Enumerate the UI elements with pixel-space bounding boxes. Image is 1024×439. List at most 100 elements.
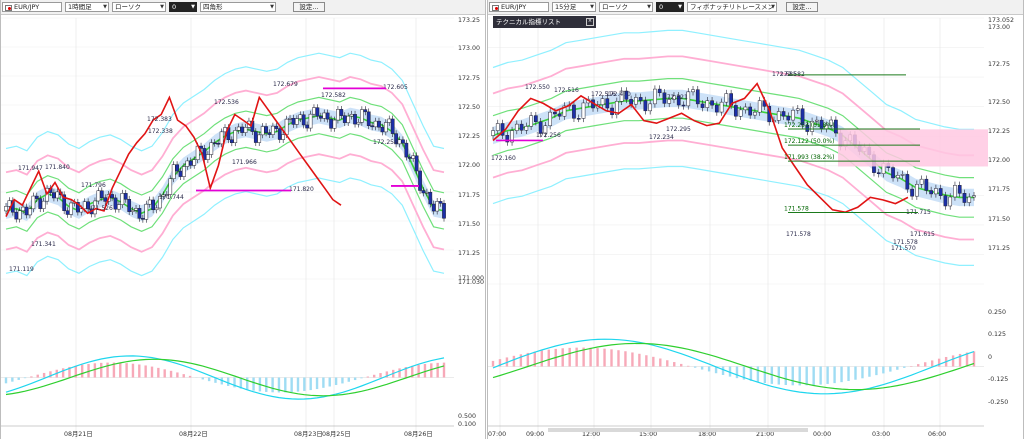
macd-histogram-bar	[826, 366, 829, 384]
candle-body	[414, 155, 419, 172]
macd-histogram-bar	[512, 355, 516, 367]
price-tick-label: 171.25	[988, 245, 1010, 252]
macd-histogram-bar	[360, 377, 363, 379]
macd-histogram-bar	[756, 366, 760, 383]
macd-histogram-bar	[519, 354, 523, 367]
macd-histogram-bar	[226, 377, 230, 386]
technical-indicator-list[interactable]: テクニカル指標リスト ×	[493, 16, 596, 28]
candle-body	[216, 143, 221, 145]
candle-body	[34, 195, 39, 199]
left-drawtool-select[interactable]: 四角形 ▼	[200, 2, 276, 12]
left-timeframe-label: 1時間足	[68, 3, 92, 11]
price-annotation: 171.570	[891, 245, 916, 252]
right-drawtool-select[interactable]: フィボナッチリトレースメント ▼	[687, 2, 777, 12]
right-chart-panel: EUR/JPY 15分足 ▼ ローソク ▼ 0 ▼ フィボナッチリトレースメント ▼ 設…	[487, 0, 1024, 439]
left-charttype-select[interactable]: ローソク ▼	[112, 2, 166, 12]
macd-histogram-bar	[309, 377, 312, 391]
macd-histogram-bar	[322, 377, 325, 388]
left-pair-select[interactable]: EUR/JPY	[2, 2, 62, 12]
left-value-label: 0	[172, 3, 177, 11]
candle-body	[28, 208, 32, 216]
macd-histogram-bar	[700, 366, 704, 370]
price-annotation: 171.526	[88, 205, 113, 212]
candle-body	[147, 199, 152, 205]
candle-body	[82, 201, 87, 210]
price-tick-label: 171.030	[458, 279, 484, 286]
candle-body	[524, 126, 529, 131]
candle-body	[915, 184, 919, 197]
macd-histogram-bar	[106, 362, 109, 378]
price-tick-label: 172.25	[458, 133, 480, 140]
candle-body	[534, 115, 538, 122]
macd-histogram-bar	[23, 377, 27, 379]
candle-body	[253, 131, 258, 143]
candle-body	[529, 115, 533, 127]
left-chart-panel: EUR/JPY 1時間足 ▼ ローソク ▼ 0 ▼ 四角形 ▼ 設定... 172.67…	[0, 0, 486, 439]
macd-histogram-bar	[341, 377, 344, 384]
candle-body	[373, 120, 378, 128]
candle-body	[281, 134, 286, 140]
left-chart-canvas[interactable]: 172.679 172.605 172.582 172.536 172.383 172.3…	[1, 14, 485, 439]
candle-body	[421, 190, 426, 194]
candle-body	[185, 160, 190, 167]
macd-histogram-bar	[100, 362, 103, 378]
right-chart-canvas[interactable]: 172.685172.582172.550172.516172.516172.4…	[488, 14, 1023, 439]
macd-histogram-bar	[201, 377, 204, 380]
macd-histogram-bar	[784, 366, 787, 386]
macd-histogram-bar	[442, 362, 446, 378]
candle-body	[401, 139, 405, 144]
price-annotation: 172.383	[147, 116, 172, 123]
price-tick-label: 172.50	[988, 99, 1010, 106]
macd-histogram-bar	[673, 362, 676, 367]
time-axis-label: 21:00	[756, 431, 774, 438]
candle-body	[553, 111, 557, 115]
macd-histogram-bar	[246, 377, 249, 390]
candle-body	[972, 195, 976, 198]
macd-histogram-bar	[882, 366, 885, 374]
right-timeframe-select[interactable]: 15分足 ▼	[552, 2, 596, 12]
candle-body	[79, 208, 84, 213]
candle-body	[900, 174, 905, 176]
left-settings-button[interactable]: 設定...	[293, 2, 325, 12]
price-tick-label: 173.00	[458, 45, 480, 52]
candle-body	[581, 102, 586, 119]
chevron-down-icon: ▼	[160, 4, 164, 10]
right-charttype-select[interactable]: ローソク ▼	[599, 2, 653, 12]
candle-body	[154, 207, 159, 211]
candle-body	[151, 199, 155, 211]
candle-body	[267, 132, 272, 135]
right-value-field[interactable]: 0 ▼	[656, 2, 684, 12]
chevron-down-icon: ▼	[590, 4, 594, 10]
candle-body	[264, 126, 268, 134]
left-timeframe-select[interactable]: 1時間足 ▼	[65, 2, 109, 12]
candle-body	[748, 106, 753, 116]
candle-body	[336, 109, 340, 121]
candle-body	[404, 142, 409, 158]
macd-histogram-bar	[176, 372, 179, 378]
right-settings-button[interactable]: 設定...	[786, 2, 818, 12]
right-pair-select[interactable]: EUR/JPY	[489, 2, 549, 12]
fibonacci-label: 172.253 (61.8%)	[784, 122, 834, 129]
macd-histogram-bar	[624, 351, 627, 367]
macd-histogram-bar	[589, 347, 592, 367]
candle-body	[229, 139, 234, 143]
candle-body	[38, 198, 43, 209]
macd-histogram-bar	[334, 377, 338, 386]
candle-body	[643, 100, 648, 112]
time-axis-label: 12:00	[582, 431, 600, 438]
right-value-label: 0	[659, 3, 664, 11]
macd-tick-label: 0.500	[458, 413, 476, 420]
candle-body	[425, 191, 429, 194]
left-value-field[interactable]: 0 ▼	[169, 2, 197, 12]
macd-histogram-bar	[721, 366, 725, 375]
price-tick-label: -0.250	[988, 399, 1008, 406]
close-icon[interactable]: ×	[586, 18, 594, 26]
candle-body	[243, 127, 248, 133]
macd-histogram-bar	[119, 362, 122, 378]
fibonacci-label: 171.993 (38.2%)	[784, 154, 834, 161]
candle-body	[212, 142, 217, 144]
macd-histogram-bar	[296, 377, 300, 392]
candle-body	[103, 197, 108, 202]
candle-body	[795, 108, 800, 111]
candle-body	[629, 99, 633, 105]
